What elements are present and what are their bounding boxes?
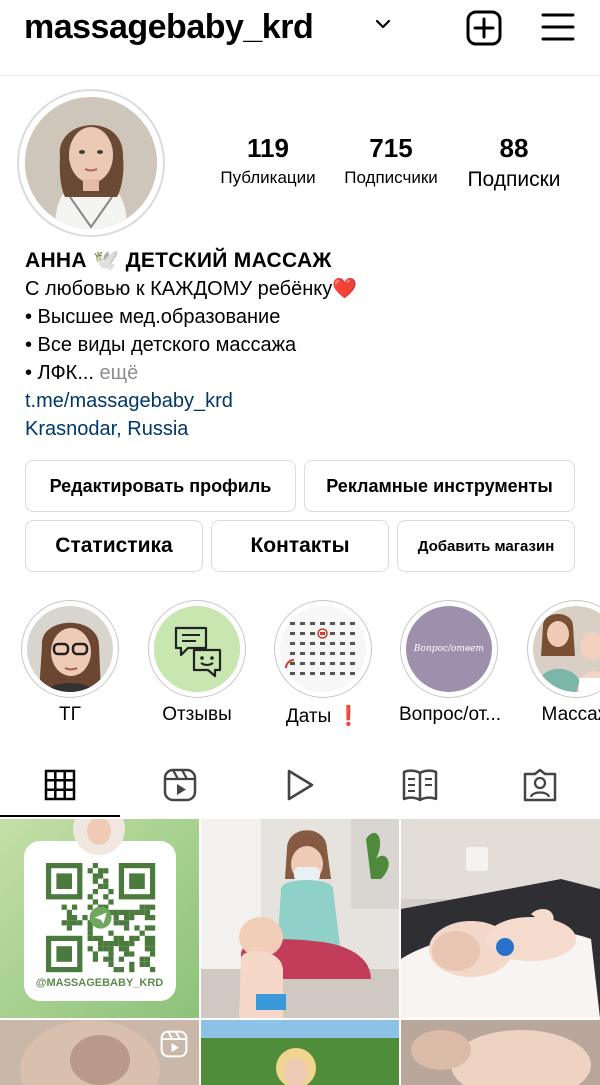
bio-line: С любовью к КАЖДОМУ ребёнку❤️ — [25, 275, 585, 303]
heart-icon: ❤️ — [332, 278, 358, 300]
reel-indicator-icon — [160, 1030, 188, 1063]
profile-username[interactable]: massagebaby_krd — [24, 8, 314, 47]
highlight-label: Даты ❗ — [285, 706, 361, 727]
top-bar: massagebaby_krd — [0, 0, 600, 76]
profile-avatar[interactable] — [17, 89, 165, 237]
chat-bubbles-icon — [154, 606, 240, 692]
highlight-cover-text: Вопрос/ответ — [413, 644, 485, 654]
edit-profile-button[interactable]: Редактировать профиль — [25, 460, 296, 512]
menu-icon[interactable] — [541, 12, 575, 47]
grid-icon — [44, 769, 76, 806]
profile-display-name: АННА 🕊️ ДЕТСКИЙ МАССАЖ — [25, 247, 585, 275]
bio-line-text: С любовью к КАЖДОМУ ребёнку — [25, 278, 333, 300]
grid-post[interactable] — [201, 819, 399, 1018]
highlight-label: Отзывы — [162, 704, 232, 725]
highlight-cover — [27, 606, 113, 692]
highlight-label: ТГ — [59, 704, 81, 725]
bio-line: • Высшее мед.образование — [25, 306, 281, 328]
highlight-ring: Вопрос/ответ — [400, 600, 498, 698]
tagged-user-icon — [523, 768, 557, 807]
highlight-massage[interactable]: Массаж — [526, 600, 600, 726]
grid-post[interactable] — [401, 819, 600, 1018]
reels-icon — [163, 768, 197, 807]
chevron-down-icon[interactable] — [373, 14, 393, 39]
stat-posts-label: Публикации — [220, 168, 316, 187]
bio-location[interactable]: Krasnodar, Russia — [25, 415, 585, 443]
bio-link[interactable]: t.me/massagebaby_krd — [25, 387, 585, 415]
stat-posts[interactable]: 119 Публикации — [212, 133, 324, 188]
name-first: АННА — [25, 249, 87, 272]
highlight-cover: Вопрос/ответ — [406, 606, 492, 692]
stat-following-count: 88 — [499, 133, 529, 163]
tab-posts[interactable] — [0, 756, 120, 818]
name-title: ДЕТСКИЙ МАССАЖ — [125, 249, 332, 272]
profile-tabs — [0, 756, 600, 818]
qr-handle-text: @MASSAGEBABY_KRD — [35, 977, 164, 989]
contacts-button[interactable]: Контакты — [211, 520, 389, 572]
guide-book-icon — [402, 768, 438, 807]
calendar-icon — [280, 606, 366, 692]
avatar-photo — [25, 97, 157, 229]
stat-following[interactable]: 88 Подписки — [458, 133, 570, 192]
play-icon — [285, 768, 315, 807]
highlight-ring — [148, 600, 246, 698]
bio-more-link[interactable]: ещё — [100, 362, 139, 384]
stat-followers-count: 715 — [369, 133, 413, 163]
highlight-label: Массаж — [541, 704, 600, 725]
ad-tools-button[interactable]: Рекламные инструменты — [304, 460, 575, 512]
tab-reels[interactable] — [120, 756, 240, 818]
tab-videos[interactable] — [240, 756, 360, 818]
highlight-reviews[interactable]: Отзывы — [147, 600, 247, 726]
tab-tagged[interactable] — [480, 756, 600, 818]
grid-post[interactable] — [201, 1020, 399, 1085]
bio-line-text: • ЛФК... — [25, 362, 94, 384]
active-tab-indicator — [0, 815, 120, 817]
stat-followers[interactable]: 715 Подписчики — [334, 133, 448, 188]
highlight-ring — [274, 600, 372, 698]
bio-line: • Все виды детского массажа — [25, 334, 297, 356]
statistics-button[interactable]: Статистика — [25, 520, 203, 572]
grid-post[interactable] — [0, 1020, 199, 1085]
stat-posts-count: 119 — [247, 133, 289, 163]
dove-icon: 🕊️ — [93, 249, 120, 272]
highlight-faq[interactable]: Вопрос/ответ Вопрос/от... — [399, 600, 502, 726]
add-shop-button[interactable]: Добавить магазин — [397, 520, 575, 572]
tab-guides[interactable] — [360, 756, 480, 818]
highlight-label: Вопрос/от... — [399, 704, 502, 725]
profile-bio: АННА 🕊️ ДЕТСКИЙ МАССАЖ С любовью к КАЖДО… — [25, 247, 585, 443]
stat-following-label: Подписки — [467, 168, 561, 191]
highlight-dates[interactable]: Даты ❗ — [273, 600, 373, 728]
highlight-ring — [21, 600, 119, 698]
stat-followers-label: Подписчики — [344, 168, 438, 187]
highlight-tg[interactable]: ТГ — [20, 600, 120, 726]
new-post-icon[interactable] — [466, 10, 502, 51]
grid-post[interactable] — [401, 1020, 600, 1085]
highlight-cover — [533, 606, 600, 692]
bio-line: • ЛФК... ещё — [25, 359, 585, 387]
grid-post[interactable]: @MASSAGEBABY_KRD — [0, 819, 199, 1018]
highlight-ring — [527, 600, 600, 698]
